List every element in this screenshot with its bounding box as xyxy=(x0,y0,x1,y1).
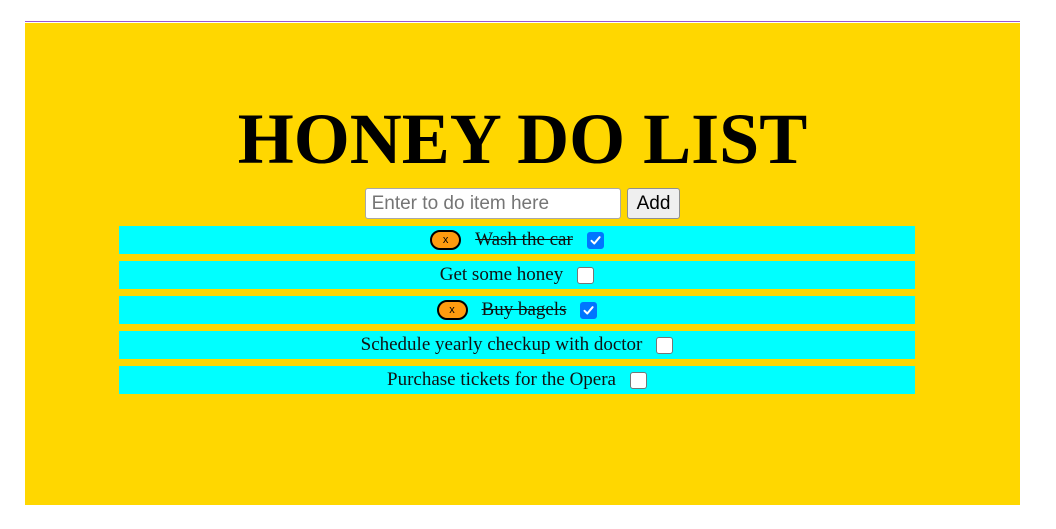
done-checkbox[interactable] xyxy=(580,301,598,319)
todo-text: Purchase tickets for the Opera xyxy=(387,369,616,390)
todo-text: Get some honey xyxy=(439,264,564,285)
remove-button[interactable]: x xyxy=(436,300,468,320)
todo-text: Buy bagels xyxy=(481,299,567,320)
app-panel: HONEY DO LIST Add x Wash the car Get som… xyxy=(25,23,1020,505)
checkmark-icon xyxy=(590,235,601,244)
done-checkbox[interactable] xyxy=(656,336,674,354)
todo-input[interactable] xyxy=(364,188,621,219)
done-checkbox[interactable] xyxy=(586,231,604,249)
todo-item: Get some honey xyxy=(119,261,915,289)
todo-item: Purchase tickets for the Opera xyxy=(119,366,915,394)
remove-button[interactable]: x xyxy=(430,230,462,250)
done-checkbox[interactable] xyxy=(577,266,595,284)
page-title: HONEY DO LIST xyxy=(237,99,808,179)
done-checkbox[interactable] xyxy=(629,371,647,389)
todo-item: Schedule yearly checkup with doctor xyxy=(119,331,915,359)
add-item-form: Add xyxy=(25,188,1020,219)
todo-item: x Wash the car xyxy=(119,226,915,254)
checkmark-icon xyxy=(583,305,595,314)
todo-list: x Wash the car Get some honey x Buy bage… xyxy=(119,226,915,401)
add-button[interactable]: Add xyxy=(626,188,681,219)
todo-text: Schedule yearly checkup with doctor xyxy=(360,334,643,355)
todo-text: Wash the car xyxy=(475,229,573,250)
top-border-line xyxy=(25,21,1020,22)
todo-item: x Buy bagels xyxy=(119,296,915,324)
